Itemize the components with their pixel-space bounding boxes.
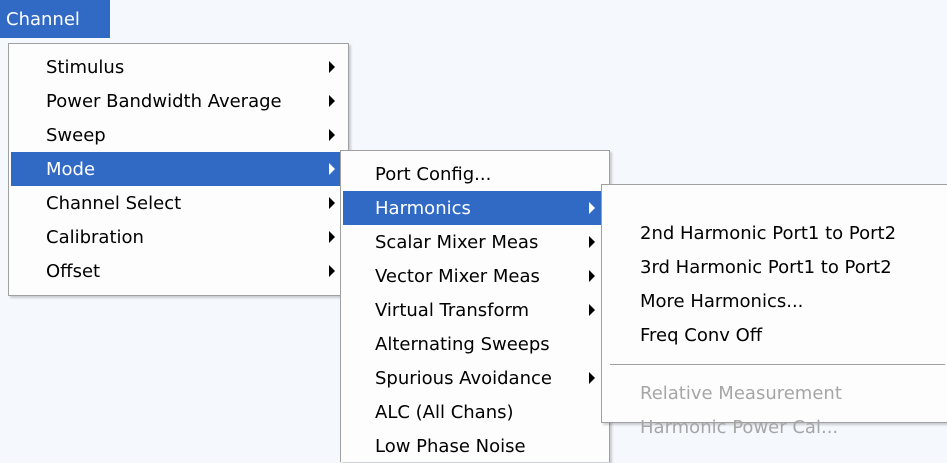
- menubar-channel[interactable]: Channel: [0, 0, 110, 38]
- menu-item-freq-conv-off[interactable]: Freq Conv Off: [604, 318, 945, 352]
- menu-item-label: Spurious Avoidance: [375, 367, 552, 389]
- menu-item-label: More Harmonics...: [640, 290, 804, 312]
- mode-submenu: Port Config... Harmonics Scalar Mixer Me…: [340, 150, 610, 462]
- menubar-channel-label: Channel: [6, 8, 80, 30]
- menu-item-alc-all-chans[interactable]: ALC (All Chans): [343, 395, 607, 429]
- menu-item-channel-select[interactable]: Channel Select: [11, 186, 346, 220]
- menu-item-harmonic-power-cal: Harmonic Power Cal...: [604, 410, 945, 444]
- menu-item-label: 2nd Harmonic Port1 to Port2: [640, 222, 897, 244]
- menu-item-label: Mode: [46, 158, 96, 180]
- harmonics-submenu: 2nd Harmonic Port1 to Port2 3rd Harmonic…: [601, 184, 947, 438]
- menu-item-label: Harmonics: [375, 197, 471, 219]
- channel-menu: Stimulus Power Bandwidth Average Sweep M…: [8, 43, 349, 296]
- menu-item-harmonics[interactable]: Harmonics: [343, 191, 607, 225]
- menu-item-label: Low Phase Noise: [375, 435, 526, 457]
- menu-item-label: Stimulus: [46, 56, 125, 78]
- menu-item-virtual-transform[interactable]: Virtual Transform: [343, 293, 607, 327]
- menu-item-label: Power Bandwidth Average: [46, 90, 282, 112]
- menu-item-more-harmonics[interactable]: More Harmonics...: [604, 284, 945, 318]
- submenu-arrow-icon: [329, 61, 335, 73]
- menu-separator: [610, 364, 945, 366]
- menu-item-label: Freq Conv Off: [640, 324, 763, 346]
- submenu-arrow-icon: [329, 231, 335, 243]
- menu-item-2nd-harmonic[interactable]: 2nd Harmonic Port1 to Port2: [604, 216, 945, 250]
- menu-item-alternating-sweeps[interactable]: Alternating Sweeps: [343, 327, 607, 361]
- submenu-arrow-icon: [329, 95, 335, 107]
- submenu-arrow-icon: [329, 265, 335, 277]
- submenu-arrow-icon: [329, 129, 335, 141]
- menu-item-label: Alternating Sweeps: [375, 333, 550, 355]
- menu-item-label: Offset: [46, 260, 101, 282]
- menu-item-stimulus[interactable]: Stimulus: [11, 50, 346, 84]
- submenu-arrow-icon: [329, 197, 335, 209]
- menu-item-label: Harmonic Power Cal...: [640, 416, 839, 438]
- menu-item-sweep[interactable]: Sweep: [11, 118, 346, 152]
- submenu-arrow-icon: [589, 372, 595, 384]
- menu-item-label: Calibration: [46, 226, 144, 248]
- menu-item-label: Vector Mixer Meas: [375, 265, 540, 287]
- menu-item-mode[interactable]: Mode: [11, 152, 346, 186]
- menu-item-label: Virtual Transform: [375, 299, 530, 321]
- menu-item-spurious-avoidance[interactable]: Spurious Avoidance: [343, 361, 607, 395]
- menu-item-label: ALC (All Chans): [375, 401, 514, 423]
- menu-item-offset[interactable]: Offset: [11, 254, 346, 288]
- menu-item-calibration[interactable]: Calibration: [11, 220, 346, 254]
- menu-item-relative-measurement: Relative Measurement: [604, 376, 945, 410]
- submenu-arrow-icon: [589, 202, 595, 214]
- menu-item-port-config[interactable]: Port Config...: [343, 157, 607, 191]
- menu-item-label: 3rd Harmonic Port1 to Port2: [640, 256, 892, 278]
- menu-item-vector-mixer-meas[interactable]: Vector Mixer Meas: [343, 259, 607, 293]
- submenu-arrow-icon: [589, 270, 595, 282]
- menu-item-scalar-mixer-meas[interactable]: Scalar Mixer Meas: [343, 225, 607, 259]
- menu-item-3rd-harmonic[interactable]: 3rd Harmonic Port1 to Port2: [604, 250, 945, 284]
- menu-item-label: Relative Measurement: [640, 382, 842, 404]
- menu-item-label: Channel Select: [46, 192, 182, 214]
- menu-item-power-bandwidth-average[interactable]: Power Bandwidth Average: [11, 84, 346, 118]
- submenu-arrow-icon: [589, 304, 595, 316]
- submenu-arrow-icon: [589, 236, 595, 248]
- menu-item-label: Sweep: [46, 124, 106, 146]
- menu-item-label: Scalar Mixer Meas: [375, 231, 539, 253]
- submenu-arrow-icon: [329, 163, 335, 175]
- menu-item-low-phase-noise[interactable]: Low Phase Noise: [343, 429, 607, 463]
- menu-item-label: Port Config...: [375, 163, 492, 185]
